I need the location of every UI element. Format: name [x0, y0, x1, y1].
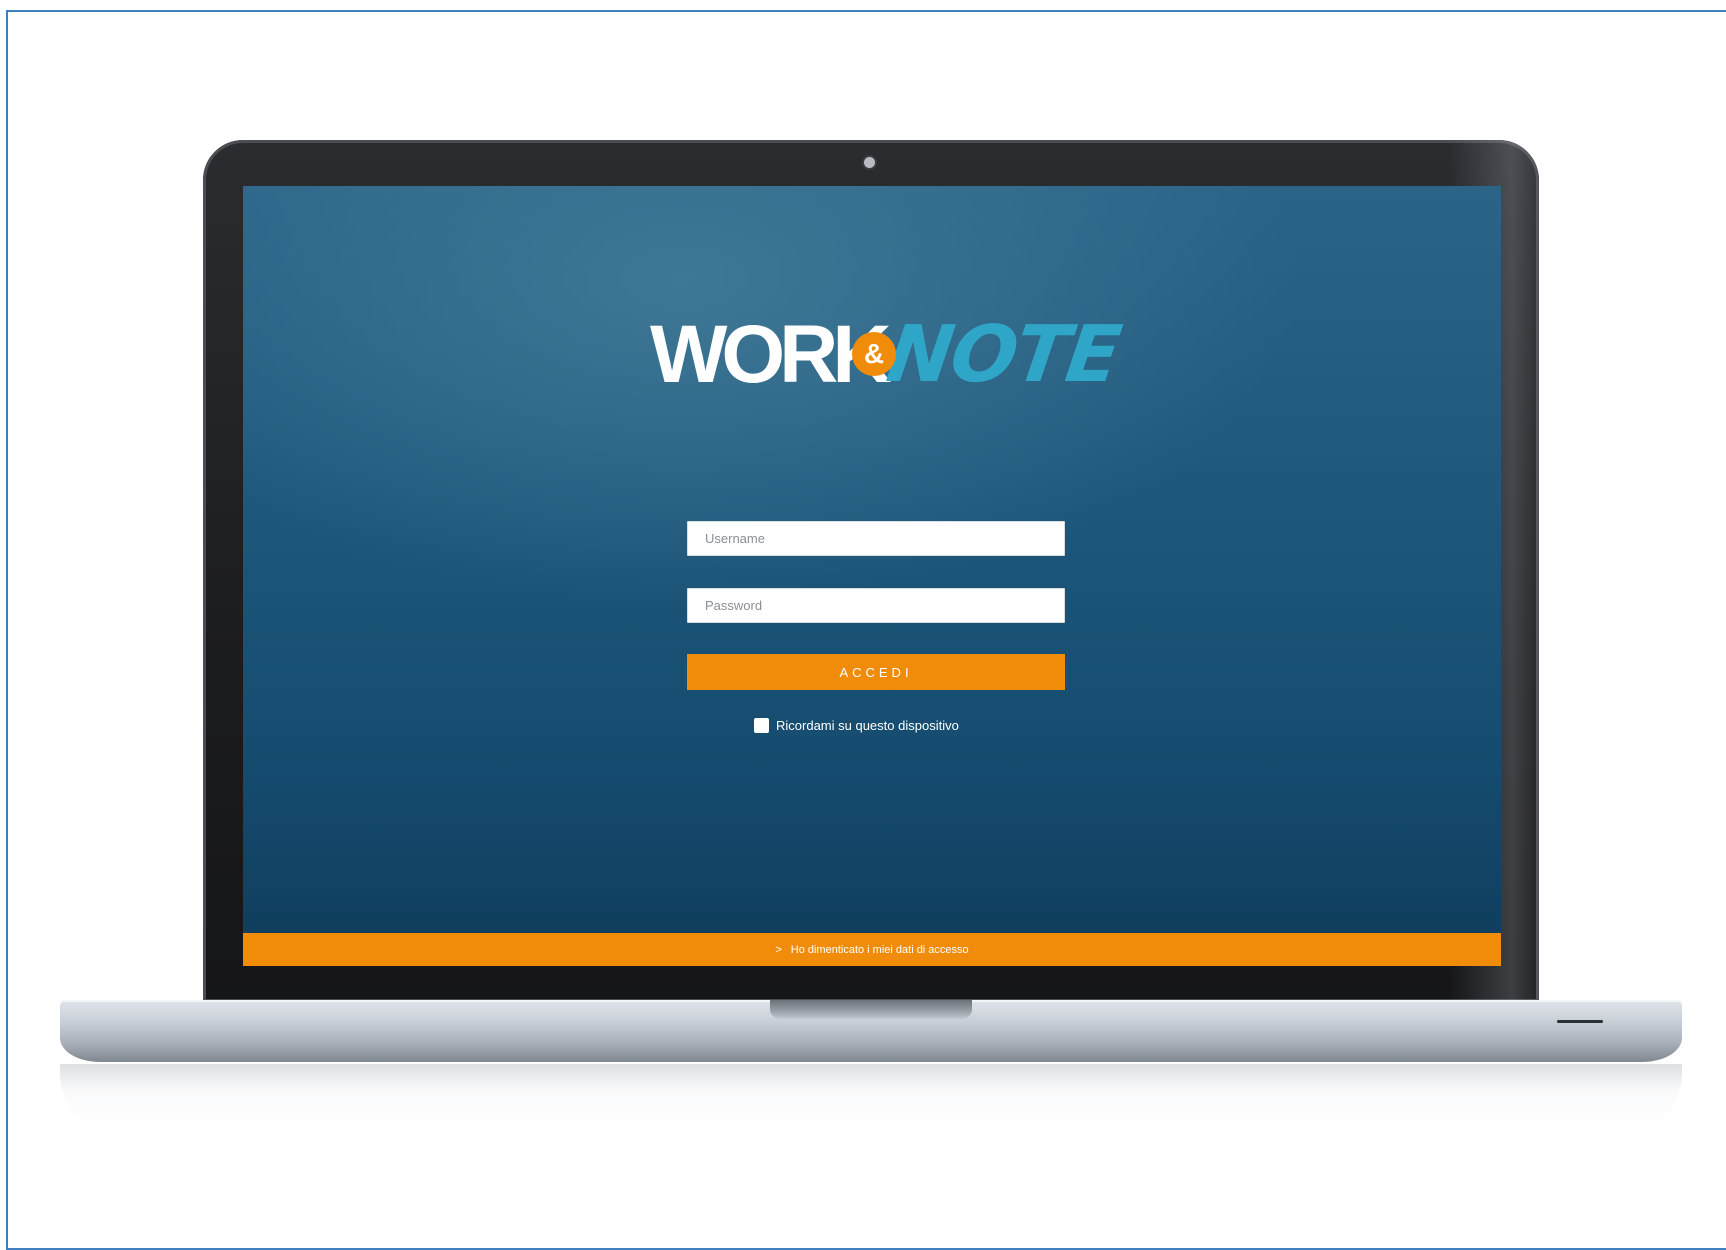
app-logo: WORK NOTE &: [650, 309, 1124, 401]
laptop-opening-notch: [770, 1000, 972, 1019]
login-button[interactable]: ACCEDI: [687, 654, 1065, 690]
camera-icon: [864, 157, 875, 168]
logo-note-text: NOTE: [881, 310, 1125, 400]
forgot-credentials-label: Ho dimenticato i miei dati di accesso: [790, 943, 969, 956]
remember-me[interactable]: Ricordami su questo dispositivo: [754, 716, 959, 734]
logo-work-text: WORK: [650, 309, 892, 400]
forgot-credentials-link[interactable]: > Ho dimenticato i miei dati di accesso: [775, 944, 968, 956]
footer-bar: > Ho dimenticato i miei dati di accesso: [243, 933, 1501, 966]
chevron-right-icon: >: [775, 943, 782, 956]
password-field[interactable]: [687, 588, 1065, 623]
logo-ampersand-icon: &: [852, 332, 896, 376]
remember-checkbox[interactable]: [754, 717, 769, 733]
laptop-side-slot: [1557, 1020, 1603, 1023]
laptop-reflection: [60, 1064, 1682, 1134]
remember-label: Ricordami su questo dispositivo: [776, 717, 959, 733]
username-field[interactable]: [687, 521, 1065, 556]
laptop-screen: [243, 186, 1501, 966]
